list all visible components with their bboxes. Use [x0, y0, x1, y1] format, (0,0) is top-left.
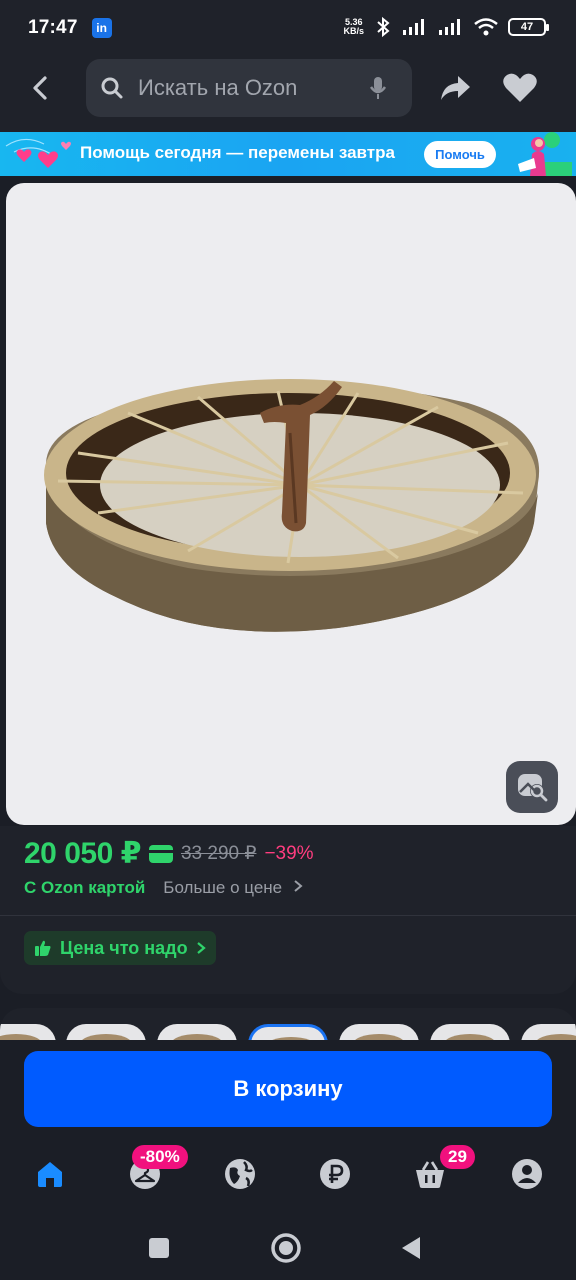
old-price: 33 290 ₽ [180, 843, 257, 864]
person-illustration-icon [518, 132, 572, 176]
top-navigation: Искать на Ozon [0, 56, 576, 132]
signal-icon [403, 19, 424, 35]
back-icon [33, 76, 47, 100]
divider [0, 915, 576, 916]
triangle-back-icon [402, 1237, 420, 1259]
thumbs-up-icon [35, 940, 51, 956]
globe-icon [225, 1159, 255, 1189]
price-section: 20 050 ₽ 33 290 ₽ −39% С Ozon картой Бол… [0, 826, 576, 994]
home-icon [38, 1162, 62, 1187]
bottom-navigation: -80% 29 [0, 1140, 576, 1216]
search-icon [101, 77, 123, 99]
price-row: 20 050 ₽ 33 290 ₽ −39% [24, 836, 314, 871]
nav-profile[interactable] [507, 1154, 547, 1194]
network-speed: 5.36 KB/s [343, 17, 364, 36]
hearts-decoration-icon [5, 138, 71, 168]
favorite-button[interactable] [500, 70, 540, 106]
linkedin-notification-icon: in [91, 18, 112, 38]
sale-badge: -80% [132, 1145, 188, 1169]
square-icon [149, 1238, 169, 1258]
image-search-icon [518, 774, 548, 802]
status-indicators: 5.36 KB/s 47 [343, 16, 549, 38]
battery-indicator: 47 [508, 18, 549, 36]
add-to-cart-button[interactable]: В корзину [24, 1051, 552, 1127]
current-price: 20 050 ₽ [24, 837, 141, 870]
help-button[interactable]: Помочь [424, 141, 496, 168]
share-button[interactable] [436, 70, 474, 106]
price-subline: С Ozon картой Больше о цене [24, 878, 303, 898]
ozon-card-icon [148, 844, 173, 863]
cta-bar: В корзину [0, 1040, 576, 1140]
nav-finance[interactable] [315, 1154, 355, 1194]
more-about-price-link[interactable]: Больше о цене [163, 878, 303, 898]
mic-icon[interactable] [368, 75, 388, 101]
chevron-right-icon [196, 942, 206, 954]
home-system-button[interactable] [268, 1230, 304, 1266]
profile-icon [512, 1159, 542, 1189]
status-bar: 17:47 in 5.36 KB/s 47 [0, 0, 576, 56]
chevron-right-icon [294, 880, 303, 892]
search-input[interactable]: Искать на Ozon [86, 59, 412, 117]
good-price-label: Цена что надо [60, 937, 188, 958]
recent-apps-button[interactable] [141, 1230, 177, 1266]
system-navigation [0, 1216, 576, 1280]
back-system-button[interactable] [393, 1230, 429, 1266]
charity-banner[interactable]: Помощь сегодня — перемены завтра Помочь [0, 132, 576, 176]
nav-home[interactable] [30, 1154, 70, 1194]
wifi-icon [474, 18, 498, 36]
cart-count-badge: 29 [440, 1145, 475, 1169]
circle-icon [271, 1233, 301, 1263]
ruble-icon [320, 1159, 350, 1189]
status-time: 17:47 [28, 17, 78, 38]
drum-product-photo [44, 379, 540, 632]
signal-2-icon [439, 19, 460, 35]
share-icon [441, 76, 470, 100]
search-placeholder: Искать на Ozon [138, 75, 298, 100]
banner-text: Помощь сегодня — перемены завтра [80, 143, 395, 162]
good-price-badge[interactable]: Цена что надо [24, 931, 216, 965]
nav-fresh[interactable] [220, 1154, 260, 1194]
back-button[interactable] [22, 70, 58, 106]
discount-percent: −39% [264, 842, 314, 864]
heart-icon [503, 73, 537, 102]
image-search-button[interactable] [506, 761, 558, 813]
bluetooth-icon [377, 16, 390, 38]
ozon-card-label: С Ozon картой [24, 878, 146, 897]
product-image[interactable] [6, 183, 576, 825]
